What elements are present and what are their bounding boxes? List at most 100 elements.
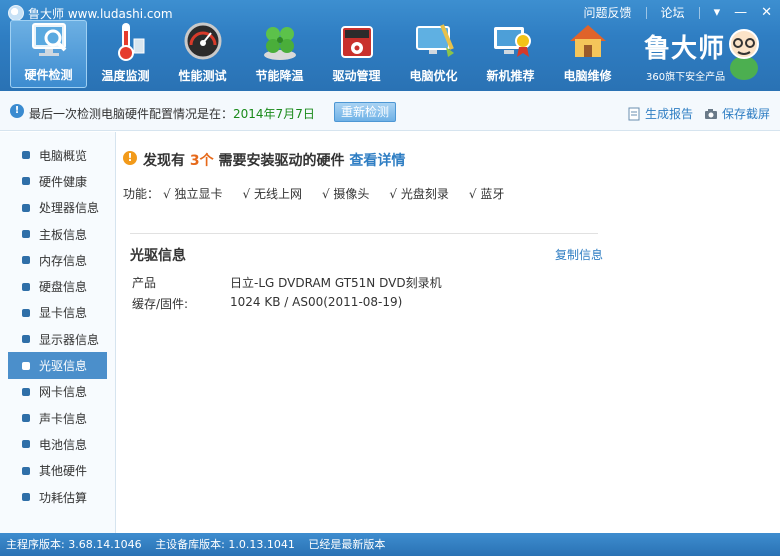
tool-label: 新机推荐 <box>486 69 535 83</box>
sidebar-item[interactable]: 硬件健康 <box>0 168 115 194</box>
info-icon: ! <box>10 104 24 118</box>
bullet-icon <box>22 230 30 239</box>
main-toolbar: 硬件检测 温度监测 性能测试 节能降温 驱动管理 电脑优化 新机推荐 电脑维修 <box>10 20 626 88</box>
broom-monitor-icon <box>412 19 456 63</box>
sidebar-item-label: 显示器信息 <box>39 332 100 347</box>
warning-prefix: 发现有 <box>143 153 185 169</box>
tool-label: 电脑维修 <box>563 69 612 83</box>
close-icon[interactable]: ✕ <box>761 5 772 20</box>
monitor-magnifier-icon <box>27 18 71 62</box>
sidebar-item[interactable]: 主板信息 <box>0 221 115 247</box>
sidebar-item[interactable]: 光驱信息 <box>8 352 107 379</box>
sidebar-item[interactable]: 显示器信息 <box>0 326 115 352</box>
feature-item: √ 无线上网 <box>242 187 302 201</box>
tool-label: 硬件检测 <box>24 68 73 82</box>
generate-report-button[interactable]: 生成报告 <box>627 105 693 122</box>
tool-new-pc[interactable]: 新机推荐 <box>472 20 549 88</box>
forum-link[interactable]: 论坛 <box>661 4 685 21</box>
copy-info-link[interactable]: 复制信息 <box>555 246 603 263</box>
bullet-icon <box>22 256 30 265</box>
sidebar-item-label: 处理器信息 <box>39 201 100 216</box>
tool-pc-repair[interactable]: 电脑维修 <box>549 20 626 88</box>
tool-pc-optimize[interactable]: 电脑优化 <box>395 20 472 88</box>
feature-item: √ 独立显卡 <box>163 187 223 201</box>
bullet-icon <box>22 335 30 344</box>
brand-logo: 鲁大师 360旗下安全产品 <box>644 26 764 83</box>
top-toolbar-area: 鲁大师 www.ludashi.com 问题反馈 论坛 ▾ — ✕ 硬件检测 温… <box>0 0 780 91</box>
sidebar-item[interactable]: 功耗估算 <box>0 484 115 510</box>
rescan-button[interactable]: 重新检测 <box>334 102 396 122</box>
minimize-icon[interactable]: — <box>734 5 747 20</box>
sidebar-item[interactable]: 电脑概览 <box>0 142 115 168</box>
warning-suffix: 需要安装驱动的硬件 <box>218 153 345 169</box>
update-status: 已经是最新版本 <box>308 538 386 551</box>
house-icon <box>566 19 610 63</box>
sidebar-item[interactable]: 声卡信息 <box>0 405 115 431</box>
sidebar-nav: 电脑概览硬件健康处理器信息主板信息内存信息硬盘信息显卡信息显示器信息光驱信息网卡… <box>0 132 116 533</box>
titlebar-separator <box>698 6 700 19</box>
last-detect-label: 最后一次检测电脑硬件配置情况是在： <box>29 107 234 121</box>
medal-monitor-icon <box>489 19 533 63</box>
sidebar-item-label: 网卡信息 <box>39 385 88 400</box>
gear-box-icon <box>335 19 379 63</box>
save-screenshot-button[interactable]: 保存截屏 <box>704 105 770 122</box>
sidebar-item-label: 硬件健康 <box>39 174 88 189</box>
sidebar-item-label: 主板信息 <box>39 227 88 242</box>
clover-icon <box>258 19 302 63</box>
sidebar-item-label: 电脑概览 <box>39 148 88 163</box>
tool-temperature[interactable]: 温度监测 <box>87 20 164 88</box>
bullet-icon <box>22 151 30 160</box>
tool-performance[interactable]: 性能测试 <box>164 20 241 88</box>
sidebar-item[interactable]: 显卡信息 <box>0 300 115 326</box>
db-version: 主设备库版本: 1.0.13.1041 <box>155 538 295 551</box>
right-panel <box>617 132 780 533</box>
feature-list: 功能： √ 独立显卡 √ 无线上网 √ 摄像头 √ 光盘刻录 √ 蓝牙 <box>123 185 504 202</box>
feature-item: √ 光盘刻录 <box>389 187 449 201</box>
status-footer: 主程序版本: 3.68.14.1046 主设备库版本: 1.0.13.1041 … <box>0 533 780 556</box>
camera-icon <box>705 108 717 119</box>
warning-icon: ! <box>123 151 137 165</box>
feature-item: √ 蓝牙 <box>468 187 505 201</box>
info-value: 1024 KB / AS00(2011-08-19) <box>230 295 403 309</box>
driver-warning: 发现有 3个 需要安装驱动的硬件 查看详情 <box>143 150 405 170</box>
bullet-icon <box>22 282 30 291</box>
speedometer-icon <box>181 19 225 63</box>
brand-name: 鲁大师 <box>644 34 726 64</box>
app-logo-icon <box>8 5 24 21</box>
section-title: 光驱信息 <box>130 248 186 264</box>
tool-label: 电脑优化 <box>409 69 458 83</box>
tool-label: 节能降温 <box>255 69 304 83</box>
save-screenshot-label: 保存截屏 <box>722 107 771 121</box>
bullet-icon <box>22 203 30 212</box>
detection-info-bar: ! 最后一次检测电脑硬件配置情况是在：2014年7月7日 重新检测 生成报告 保… <box>0 91 780 131</box>
info-row-product: 产品 日立-LG DVDRAM GT51N DVD刻录机 <box>132 274 442 291</box>
last-detect-date: 2014年7月7日 <box>233 107 315 121</box>
tool-energy-saving[interactable]: 节能降温 <box>241 20 318 88</box>
titlebar-actions: 问题反馈 论坛 ▾ — ✕ <box>584 4 772 21</box>
thermometer-icon <box>104 19 148 63</box>
tool-hardware-detect[interactable]: 硬件检测 <box>10 20 87 88</box>
bullet-icon <box>22 414 30 423</box>
dropdown-arrow-icon[interactable]: ▾ <box>714 5 721 20</box>
sidebar-item[interactable]: 处理器信息 <box>0 195 115 221</box>
sidebar-item[interactable]: 其他硬件 <box>0 458 115 484</box>
sidebar-item-label: 硬盘信息 <box>39 280 88 295</box>
sidebar-item-label: 光驱信息 <box>39 359 88 374</box>
bullet-icon <box>22 493 30 501</box>
bullet-icon <box>22 177 30 186</box>
info-value: 日立-LG DVDRAM GT51N DVD刻录机 <box>230 276 442 290</box>
last-detect-text: 最后一次检测电脑硬件配置情况是在：2014年7月7日 <box>29 105 315 122</box>
tool-driver-manager[interactable]: 驱动管理 <box>318 20 395 88</box>
sidebar-item-label: 功耗估算 <box>39 490 88 505</box>
bullet-icon <box>22 440 30 449</box>
sidebar-item[interactable]: 电池信息 <box>0 431 115 457</box>
sidebar-item-label: 其他硬件 <box>39 464 88 479</box>
info-row-cache: 缓存/固件: 1024 KB / AS00(2011-08-19) <box>132 295 402 312</box>
view-details-link[interactable]: 查看详情 <box>349 153 405 169</box>
sidebar-item[interactable]: 硬盘信息 <box>0 273 115 299</box>
sidebar-item-label: 内存信息 <box>39 253 88 268</box>
sidebar-item[interactable]: 网卡信息 <box>0 379 115 405</box>
section-divider <box>130 233 598 234</box>
brand-subtitle: 360旗下安全产品 <box>646 72 726 83</box>
sidebar-item[interactable]: 内存信息 <box>0 247 115 273</box>
